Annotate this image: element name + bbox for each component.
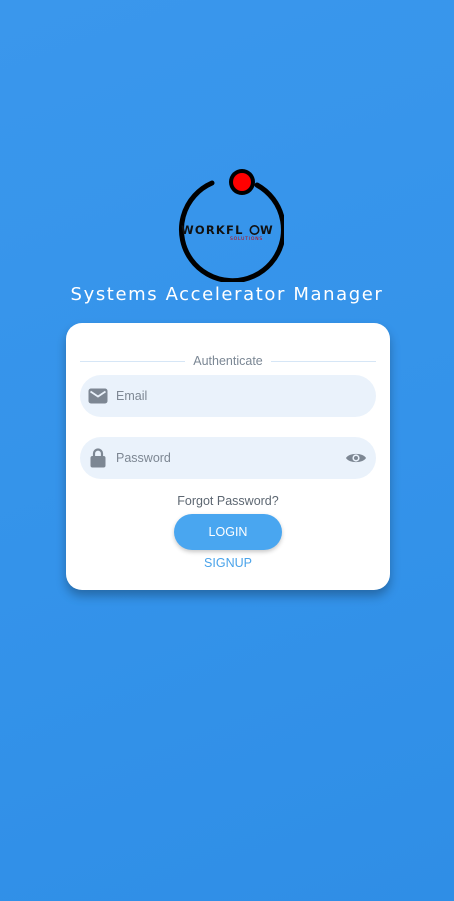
workflow-logo: WORKFL W SOLUTIONS: [172, 166, 284, 282]
svg-text:W: W: [260, 223, 273, 237]
svg-text:WORKFL: WORKFL: [181, 223, 244, 237]
divider-line-left: [80, 360, 186, 362]
signup-link[interactable]: SIGNUP: [66, 556, 390, 570]
email-icon: [80, 388, 116, 404]
lock-icon: [80, 448, 116, 468]
eye-icon[interactable]: [336, 451, 376, 465]
authenticate-divider: Authenticate: [80, 353, 376, 369]
logo-graphic: WORKFL W SOLUTIONS: [178, 169, 284, 282]
email-field[interactable]: [80, 375, 376, 417]
section-label: Authenticate: [193, 354, 263, 368]
app-title: Systems Accelerator Manager: [70, 284, 384, 305]
password-field[interactable]: [80, 437, 376, 479]
login-card: Authenticate Forgot Password?: [66, 323, 390, 590]
email-input[interactable]: [116, 376, 376, 416]
password-input[interactable]: [116, 438, 336, 478]
forgot-password-link[interactable]: Forgot Password?: [66, 494, 390, 508]
divider-line-right: [270, 360, 376, 362]
login-button[interactable]: LOGIN: [174, 514, 282, 550]
svg-text:SOLUTIONS: SOLUTIONS: [230, 236, 263, 242]
